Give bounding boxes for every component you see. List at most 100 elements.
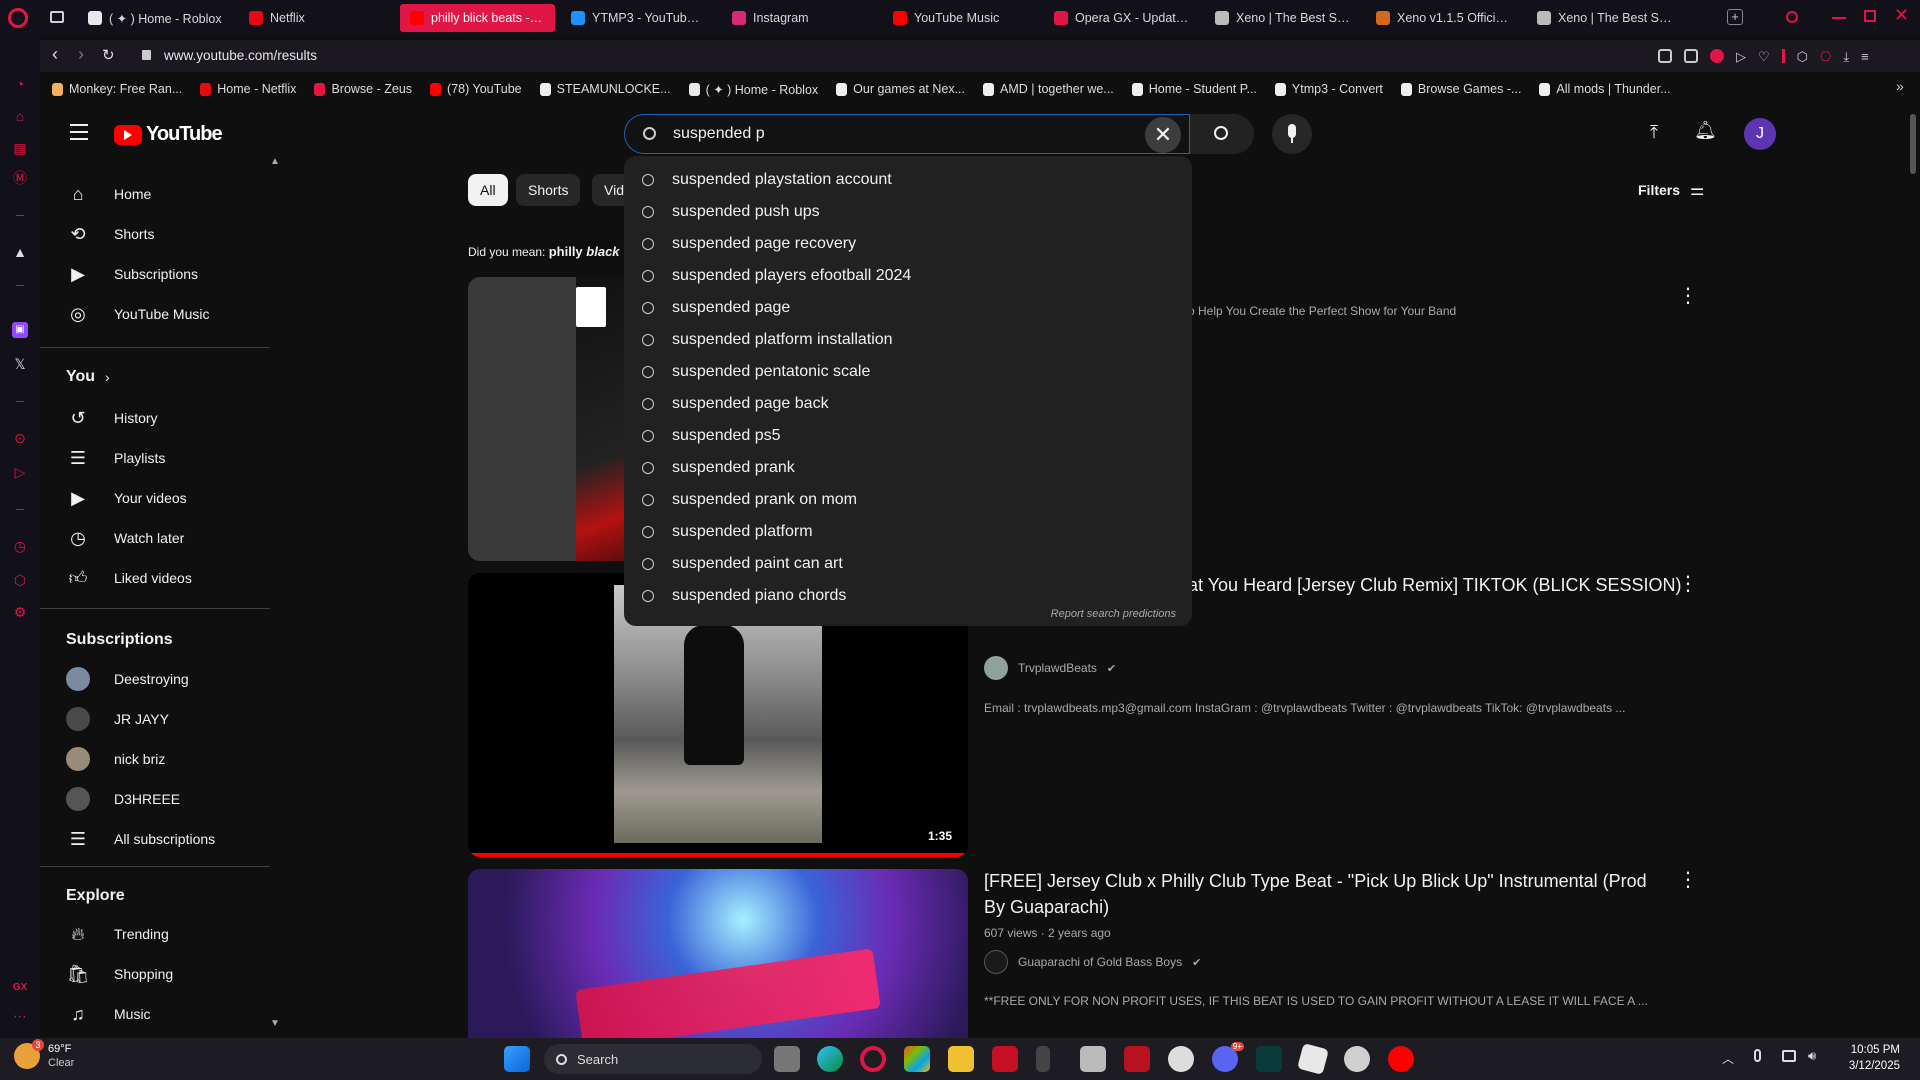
- wallet-icon[interactable]: ⎔: [1820, 49, 1831, 65]
- microphone-tray-icon[interactable]: [1754, 1049, 1761, 1062]
- browser-tab[interactable]: Xeno v1.1.5 Official D: [1366, 4, 1521, 32]
- bookmark-item[interactable]: Browse - Zeus: [314, 82, 412, 96]
- gx-badge-icon[interactable]: GX: [12, 980, 28, 996]
- amd-app-icon[interactable]: [992, 1046, 1018, 1072]
- result-3-thumbnail[interactable]: [468, 869, 968, 1038]
- youtube-music-taskbar-icon[interactable]: [1388, 1046, 1414, 1072]
- more-icon[interactable]: ⋯: [12, 1008, 28, 1024]
- user-avatar[interactable]: J: [1744, 118, 1776, 150]
- youtube-logo[interactable]: YouTube: [114, 123, 223, 146]
- edge-icon[interactable]: [817, 1046, 843, 1072]
- sidebar-item-jr-jayy[interactable]: JR JAYY: [40, 699, 270, 739]
- chip-shorts[interactable]: Shorts: [516, 174, 581, 206]
- send-icon[interactable]: ▷: [1736, 49, 1746, 65]
- heart-icon[interactable]: ♡: [1758, 49, 1770, 65]
- result-3-more-icon[interactable]: ⋮: [1678, 868, 1698, 892]
- sidebar-item-nick-briz[interactable]: nick briz: [40, 739, 270, 779]
- app-x-icon[interactable]: [1124, 1046, 1150, 1072]
- bookmarks-overflow-icon[interactable]: »: [1896, 78, 1904, 94]
- bookmark-item[interactable]: (78) YouTube: [430, 82, 522, 96]
- gx-corner-icon[interactable]: ▤: [12, 140, 28, 156]
- search-suggestion[interactable]: suspended ps5: [624, 420, 1191, 452]
- result-2-more-icon[interactable]: ⋮: [1678, 572, 1698, 596]
- file-explorer-icon[interactable]: [948, 1046, 974, 1072]
- result-1-more-icon[interactable]: ⋮: [1678, 284, 1698, 308]
- search-suggestion[interactable]: suspended pentatonic scale: [624, 356, 1191, 388]
- volume-tray-icon[interactable]: 🔊︎: [1808, 1048, 1816, 1064]
- app-g-icon[interactable]: [1168, 1046, 1194, 1072]
- search-button[interactable]: [1190, 114, 1254, 154]
- search-suggestion[interactable]: suspended prank: [624, 452, 1191, 484]
- page-scrollbar[interactable]: [1910, 114, 1916, 174]
- opera-logo-icon[interactable]: [8, 8, 28, 28]
- menu-icon[interactable]: ≡: [1861, 49, 1869, 65]
- sidebar-item-deestroying[interactable]: Deestroying: [40, 659, 270, 699]
- tray-chevron-icon[interactable]: ︿: [1722, 1050, 1734, 1067]
- search-suggestion[interactable]: suspended players efootball 2024: [624, 260, 1191, 292]
- search-suggestion[interactable]: suspended page recovery: [624, 228, 1191, 260]
- search-suggestion[interactable]: suspended page: [624, 292, 1191, 324]
- twitch-icon[interactable]: ▣: [12, 322, 28, 338]
- sidebar-item-watch-later[interactable]: ◷ Watch later: [40, 518, 270, 558]
- browser-tab[interactable]: YouTube Music: [883, 4, 1038, 32]
- result-1-title[interactable]: o Help You Create the Perfect Show for Y…: [1188, 298, 1456, 324]
- create-upload-icon[interactable]: ⤒: [1650, 122, 1658, 143]
- taskbar-search-box[interactable]: Search: [544, 1044, 762, 1074]
- bookmark-item[interactable]: ( ✦ ) Home - Roblox: [688, 82, 818, 97]
- snapshot-icon[interactable]: [1658, 49, 1672, 63]
- sidebar-item-music[interactable]: ♫ Music: [40, 994, 270, 1034]
- reload-button[interactable]: ↻: [102, 46, 115, 64]
- weather-widget[interactable]: 3 69°F Clear: [14, 1039, 74, 1070]
- gx-control-icon[interactable]: ⌂: [12, 108, 28, 124]
- result-2-channel[interactable]: TrvplawdBeats ✔: [984, 656, 1116, 680]
- browser-tab[interactable]: Opera GX - Update c: [1044, 4, 1199, 32]
- chip-all[interactable]: All: [468, 174, 508, 206]
- forward-button[interactable]: ›: [78, 44, 84, 65]
- sidebar-item-history[interactable]: ↺ History: [40, 398, 270, 438]
- x-twitter-icon[interactable]: 𝕏: [12, 356, 28, 372]
- bookmark-item[interactable]: All mods | Thunder...: [1539, 82, 1671, 96]
- sidebar-item-shorts[interactable]: ⟲ Shorts: [40, 214, 270, 254]
- roblox-icon[interactable]: [1297, 1043, 1329, 1075]
- clear-search-button[interactable]: ✕: [1145, 117, 1181, 153]
- cube-icon[interactable]: ⬡: [1797, 49, 1808, 65]
- search-tabs-icon[interactable]: [1786, 11, 1798, 23]
- windows-start-icon[interactable]: [504, 1046, 530, 1072]
- history-sidebar-icon[interactable]: ◷: [12, 538, 28, 554]
- sidebar-item-all-subscriptions[interactable]: ☰ All subscriptions: [40, 819, 270, 859]
- search-suggestion[interactable]: suspended paint can art: [624, 548, 1191, 580]
- search-suggestion[interactable]: suspended platform installation: [624, 324, 1191, 356]
- hamburger-menu-icon[interactable]: [70, 124, 88, 140]
- aria-icon[interactable]: ▲: [12, 244, 28, 260]
- search-suggestion[interactable]: suspended page back: [624, 388, 1191, 420]
- search-suggestion[interactable]: suspended push ups: [624, 196, 1191, 228]
- download-icon[interactable]: ⤓: [1843, 49, 1849, 65]
- browser-tab[interactable]: Xeno | The Best Scri: [1205, 4, 1360, 32]
- new-tab-button[interactable]: +: [1727, 9, 1743, 25]
- adblock-icon[interactable]: [1710, 49, 1724, 63]
- filters-button[interactable]: Filters ⚌: [1638, 180, 1704, 200]
- did-you-mean-link[interactable]: philly black: [549, 244, 620, 259]
- sidebar-you-header[interactable]: You ›: [66, 368, 110, 386]
- bookmark-item[interactable]: Our games at Nex...: [836, 82, 965, 96]
- sidebar-scroll-down-icon[interactable]: ▼: [270, 1018, 280, 1029]
- result-3-title[interactable]: [FREE] Jersey Club x Philly Club Type Be…: [984, 868, 1664, 920]
- sidebar-item-home[interactable]: ⌂ Home: [40, 174, 270, 214]
- result-2-title[interactable]: at You Heard [Jersey Club Remix] TIKTOK …: [1188, 572, 1682, 598]
- speed-dial-icon[interactable]: ◔: [12, 76, 28, 92]
- sidebar-scroll-up-icon[interactable]: ▲: [270, 156, 280, 167]
- search-input[interactable]: suspended p: [673, 125, 765, 143]
- app-figure-icon[interactable]: [1036, 1046, 1050, 1072]
- bookmark-item[interactable]: AMD | together we...: [983, 82, 1114, 96]
- bookmark-item[interactable]: Ytmp3 - Convert: [1274, 82, 1383, 96]
- bookmark-item[interactable]: Browse Games -...: [1400, 82, 1521, 96]
- bookmark-item[interactable]: Monkey: Free Ran...: [52, 82, 182, 96]
- bookmark-item[interactable]: Home - Student P...: [1131, 82, 1257, 96]
- search-suggestion[interactable]: suspended playstation account: [624, 164, 1191, 196]
- url-field[interactable]: www.youtube.com/results: [164, 48, 317, 63]
- settings-icon[interactable]: ⚙: [12, 604, 28, 620]
- sidebar-item-your-videos[interactable]: ▶ Your videos: [40, 478, 270, 518]
- audio-app-icon[interactable]: [1256, 1046, 1282, 1072]
- camera-icon[interactable]: [1684, 49, 1698, 63]
- notifications-bell-icon[interactable]: 🔔︎: [1694, 120, 1717, 141]
